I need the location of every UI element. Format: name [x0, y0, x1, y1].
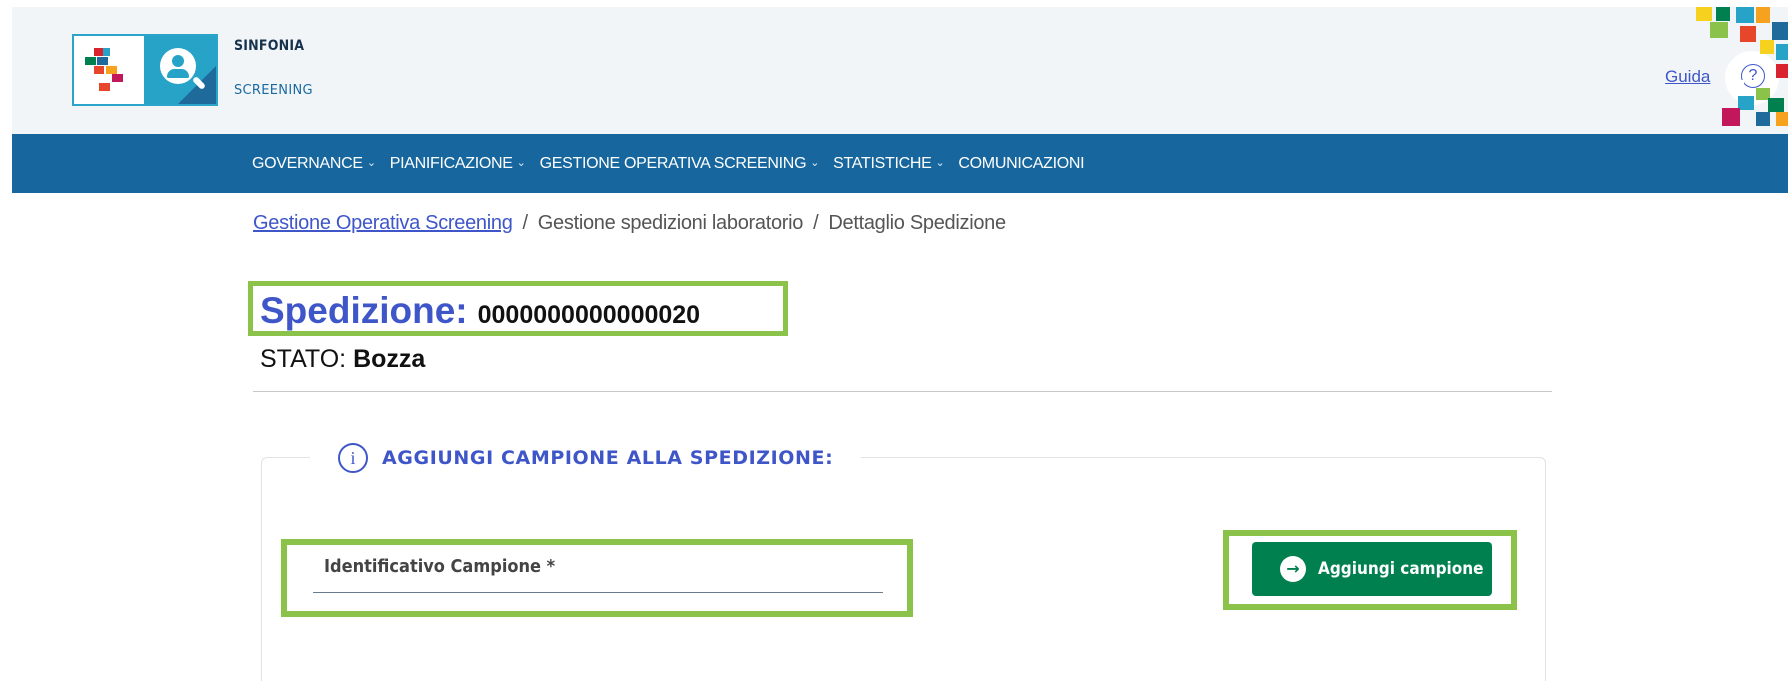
breadcrumb-separator: /	[522, 212, 529, 234]
nav-pianificazione[interactable]: PIANIFICAZIONE ⌄	[390, 155, 526, 173]
breadcrumb: Gestione Operativa Screening / Gestione …	[253, 212, 1006, 235]
logo-search-mark	[144, 36, 216, 104]
chevron-down-icon: ⌄	[810, 157, 820, 169]
arrow-right-circle-icon: →	[1280, 556, 1306, 582]
nav-statistiche[interactable]: STATISTICHE ⌄	[833, 154, 945, 173]
shipment-id: 0000000000000020	[477, 301, 701, 329]
logo-mosaic-mark	[74, 36, 144, 104]
nav-comunicazioni[interactable]: COMUNICAZIONI	[958, 155, 1084, 173]
nav-governance[interactable]: GOVERNANCE ⌄	[252, 155, 376, 173]
breadcrumb-link-gestione-operativa[interactable]: Gestione Operativa Screening	[253, 212, 513, 235]
nav-gestione-operativa-screening[interactable]: GESTIONE OPERATIVA SCREENING ⌄	[540, 155, 820, 173]
add-sample-section-title: AGGIUNGI CAMPIONE ALLA SPEDIZIONE:	[382, 447, 834, 469]
breadcrumb-item-gestione-spedizioni: Gestione spedizioni laboratorio	[537, 212, 804, 234]
chevron-down-icon: ⌄	[366, 157, 376, 169]
breadcrumb-item-current: Dettaglio Spedizione	[828, 212, 1006, 234]
add-sample-button-label: Aggiungi campione	[1318, 559, 1484, 579]
chevron-down-icon: ⌄	[935, 157, 945, 169]
status-label: STATO:	[260, 345, 347, 373]
app-header: SINFONIA SCREENING Guida ?	[12, 7, 1788, 134]
sample-id-label: Identificativo Campione *	[324, 556, 556, 577]
chevron-down-icon: ⌄	[516, 157, 526, 169]
brand-subtitle: SCREENING	[234, 83, 313, 98]
main-navbar: GOVERNANCE ⌄ PIANIFICAZIONE ⌄ GESTIONE O…	[12, 134, 1788, 193]
question-circle-icon[interactable]: ?	[1741, 64, 1765, 88]
status-value: Bozza	[353, 345, 426, 373]
sinfonia-logo[interactable]	[72, 34, 218, 106]
page-title: Spedizione: 0000000000000020	[260, 290, 700, 332]
nav-label: GESTIONE OPERATIVA SCREENING	[539, 154, 807, 172]
info-circle-icon: i	[338, 443, 368, 473]
breadcrumb-separator: /	[813, 212, 819, 234]
nav-label: STATISTICHE	[833, 154, 932, 172]
guide-link[interactable]: Guida	[1665, 67, 1710, 87]
nav-label: GOVERNANCE	[252, 154, 363, 172]
shipment-status: STATO: Bozza	[260, 345, 425, 374]
add-sample-legend: i AGGIUNGI CAMPIONE ALLA SPEDIZIONE:	[310, 440, 862, 476]
add-sample-button[interactable]: → Aggiungi campione	[1252, 542, 1492, 596]
shipment-title-label: Spedizione:	[260, 290, 468, 331]
nav-label: COMUNICAZIONI	[958, 154, 1085, 172]
nav-label: PIANIFICAZIONE	[389, 154, 513, 172]
section-divider	[253, 391, 1552, 392]
brand-title: SINFONIA	[234, 38, 305, 54]
